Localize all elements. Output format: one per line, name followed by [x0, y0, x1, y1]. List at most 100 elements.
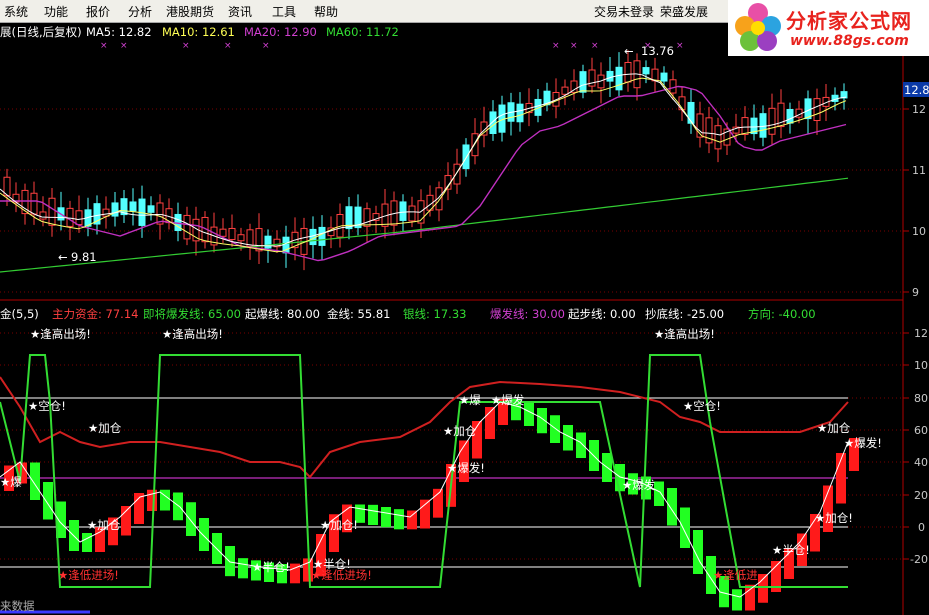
signal-label: ★加仓 [443, 424, 477, 438]
y-tick-lower: 80 [914, 392, 928, 405]
candle-body [516, 103, 524, 123]
y-tick-upper: 10 [912, 225, 926, 238]
candle-body [75, 210, 83, 225]
signal-label: ★爆 [459, 393, 481, 407]
y-tick-upper: 9 [912, 286, 919, 299]
y-tick-lower: 40 [914, 456, 928, 469]
high-arrow-icon: ← [624, 44, 634, 58]
y-tick-lower: 10 [914, 359, 928, 372]
menu-quote[interactable]: 报价 [86, 3, 110, 20]
site-logo: 分析家公式网 www.88gs.com [728, 0, 929, 56]
ma20-label: MA20: 12.90 [244, 25, 317, 39]
ma60-line [0, 177, 849, 273]
candle-body [453, 163, 461, 185]
chart-area: 12 11 10 9 12.87 展(日线,后复权) MA5: 12.82 MA… [0, 22, 929, 615]
candle-body [579, 71, 587, 93]
candle-body [624, 61, 632, 83]
candle-body [39, 211, 47, 220]
candle-body [669, 79, 677, 94]
event-mark: × [552, 41, 560, 51]
ind-start-burst: 起爆线: 80.00 [245, 307, 320, 321]
candle-body [147, 205, 155, 213]
candle-body [318, 226, 326, 246]
signal-label: ★爆发 [622, 478, 656, 492]
signal-label: ★爆发! [844, 436, 882, 450]
menu-analysis[interactable]: 分析 [128, 3, 152, 20]
ma10-line [0, 77, 847, 253]
indicator-bar [368, 504, 378, 525]
menu-system[interactable]: 系统 [4, 3, 28, 20]
ma10-label: MA10: 12.61 [162, 25, 235, 39]
candle-body [759, 113, 767, 138]
indicator-bar [680, 507, 690, 548]
candle-body [228, 227, 236, 241]
y-tick-upper: 12 [912, 103, 926, 116]
menu-function[interactable]: 功能 [44, 3, 68, 20]
candle-body [30, 192, 38, 215]
login-status[interactable]: 交易未登录 [594, 3, 654, 20]
ma60-label: MA60: 11.72 [326, 25, 399, 39]
ind-main-fund: 主力资金: 77.14 [52, 307, 138, 321]
candle-body [660, 72, 668, 82]
candle-body [183, 214, 191, 240]
signal-label: ★逢低进 [713, 568, 758, 582]
event-mark: × [570, 41, 578, 51]
indicator-bar [238, 558, 248, 579]
event-mark: × [262, 41, 270, 51]
candle-body [615, 66, 623, 91]
menu-news[interactable]: 资讯 [228, 3, 252, 20]
signal-label: ★半仓! [252, 560, 290, 574]
candle-body [651, 68, 659, 82]
signal-label: ★逢高出场! [654, 327, 715, 341]
signal-label: ★加仓 [817, 421, 851, 435]
y-tick-lower: 0 [918, 521, 925, 534]
low-arrow-icon: ← [58, 250, 68, 264]
menu-help[interactable]: 帮助 [314, 3, 338, 20]
signal-label: ★加仓 [88, 421, 122, 435]
y-tick-lower: 12 [914, 327, 928, 340]
candle-body [687, 101, 695, 124]
ma20-line [0, 85, 847, 262]
signal-label: ★逢高出场! [30, 327, 91, 341]
signal-label: ★空仓! [683, 399, 721, 413]
candlestick-series [3, 50, 848, 271]
ind-pre-burst: 即将爆发线: 65.00 [143, 307, 241, 321]
candle-body [246, 229, 254, 247]
signal-label: ★半仓! [772, 543, 810, 557]
candle-body [606, 70, 614, 82]
candle-body [471, 133, 479, 157]
candle-body [237, 234, 245, 242]
ind-silver: 银线: 17.33 [403, 307, 466, 321]
logo-brand-text: 分析家公式网 [786, 9, 912, 33]
candle-body [561, 86, 569, 95]
indicator-bar [381, 507, 391, 528]
event-mark: × [100, 41, 108, 51]
lower-title: 金(5,5) [0, 307, 39, 321]
logo-url-text: www.88gs.com [790, 33, 909, 49]
footer-text: 来数据 [0, 599, 35, 613]
y-tick-lower: -20 [910, 553, 928, 566]
candle-body [219, 228, 227, 237]
signal-label: ★加仓! [320, 518, 358, 532]
candle-body [462, 144, 470, 170]
candle-body [786, 108, 794, 124]
indicator-bar [732, 589, 742, 611]
candle-body [642, 67, 650, 75]
signal-label: ★逢高出场! [162, 327, 223, 341]
ma5-label: MA5: 12.82 [86, 25, 152, 39]
indicator-bar [524, 402, 534, 426]
indicator-bar [30, 462, 40, 500]
y-tick-lower: 20 [914, 489, 928, 502]
candle-body [804, 98, 812, 120]
y-tick-lower: 60 [914, 424, 928, 437]
event-mark: × [120, 41, 128, 51]
menu-hk-futures[interactable]: 港股期货 [166, 3, 214, 20]
signal-label: ★逢低进场! [311, 568, 372, 582]
menu-tools[interactable]: 工具 [272, 3, 296, 20]
indicator-bar [667, 488, 677, 526]
indicator-bar [173, 492, 183, 521]
indicator-bar [82, 533, 92, 552]
event-mark: × [182, 41, 190, 51]
indicator-bar [550, 415, 560, 443]
low-price-label: 9.81 [71, 250, 97, 264]
